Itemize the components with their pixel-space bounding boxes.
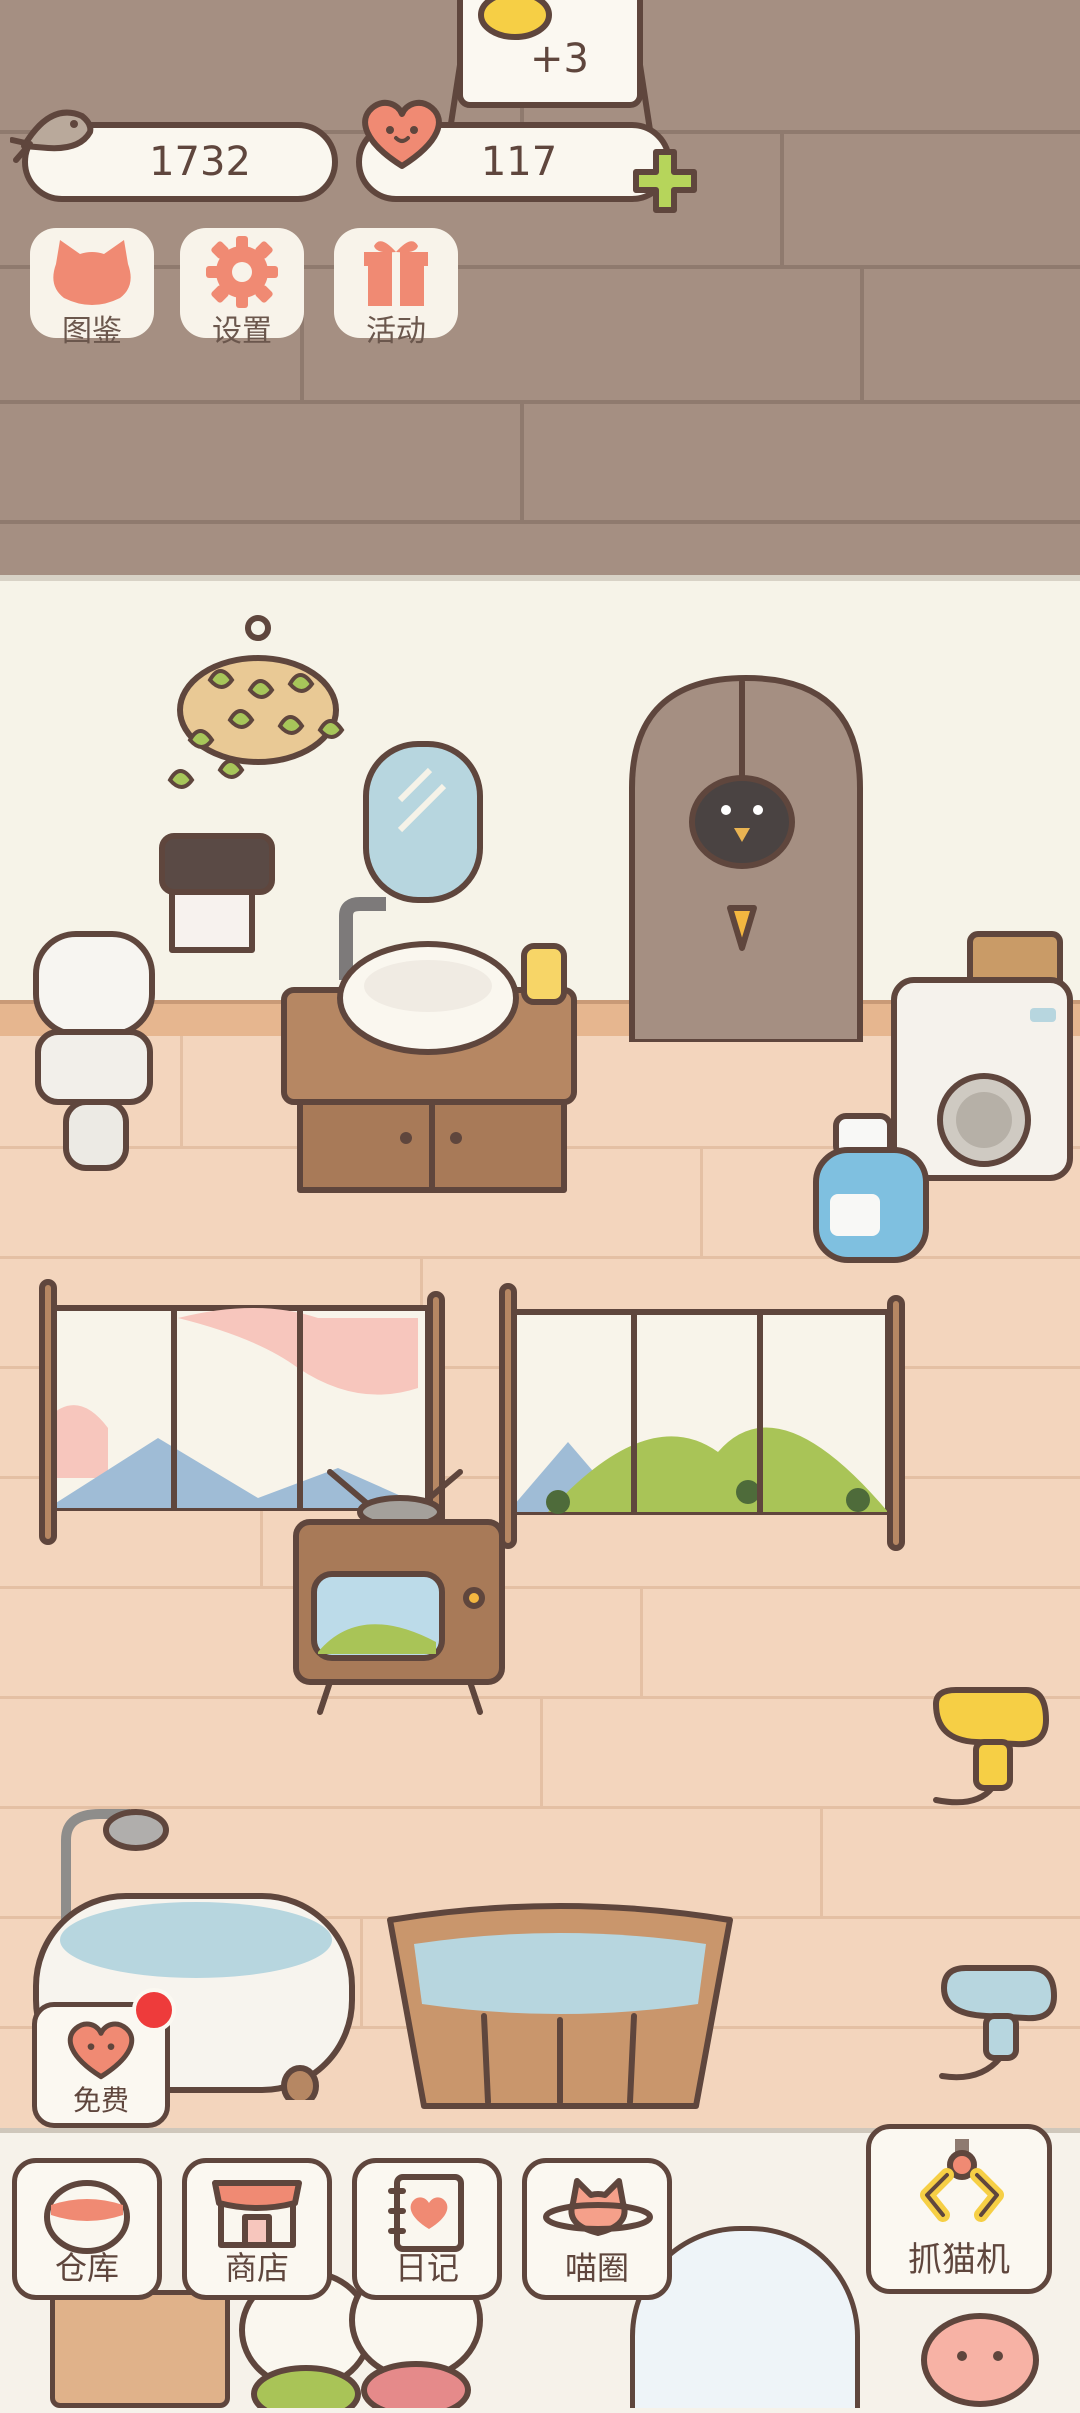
blue-hair-dryer[interactable] bbox=[930, 1958, 1060, 2098]
bulletin-board bbox=[50, 2290, 230, 2408]
claw-machine-label: 抓猫机 bbox=[908, 2241, 1010, 2279]
retro-tv[interactable] bbox=[290, 1462, 510, 1722]
hanging-plant[interactable] bbox=[150, 610, 360, 810]
toilet[interactable] bbox=[30, 928, 160, 1178]
claw-machine-button[interactable]: 抓猫机 bbox=[866, 2124, 1052, 2294]
diary-button[interactable]: 日记 bbox=[352, 2158, 502, 2300]
shop-label: 商店 bbox=[224, 2250, 289, 2286]
sign-bonus-text: +3 bbox=[530, 36, 589, 82]
storage-label: 仓库 bbox=[54, 2250, 119, 2286]
yellow-hair-dryer[interactable] bbox=[916, 1680, 1056, 1820]
sign-board[interactable]: +3 bbox=[440, 0, 670, 133]
heart-count: 117 bbox=[480, 139, 558, 185]
cat-circle-label: 喵圈 bbox=[564, 2250, 629, 2286]
fish-icon bbox=[9, 96, 106, 166]
heart-icon bbox=[67, 2021, 135, 2080]
folding-screen-mountains[interactable] bbox=[498, 1282, 908, 1552]
claw-icon bbox=[920, 2139, 1004, 2222]
fish-count: 1732 bbox=[149, 139, 251, 185]
settings-label: 设置 bbox=[212, 315, 272, 348]
notification-dot bbox=[132, 1988, 176, 2032]
heart-icon bbox=[354, 96, 450, 172]
add-hearts-button[interactable] bbox=[630, 146, 700, 216]
shop-button[interactable]: 商店 bbox=[182, 2158, 332, 2300]
diary-label: 日记 bbox=[394, 2250, 459, 2286]
cat-planet-icon bbox=[543, 2178, 653, 2236]
claw-machine-cat bbox=[900, 2290, 1060, 2408]
diary-icon bbox=[388, 2174, 464, 2252]
wooden-bathtub[interactable] bbox=[384, 1896, 736, 2112]
shop-icon bbox=[212, 2180, 302, 2248]
sink-vanity[interactable] bbox=[276, 880, 586, 1195]
toilet-paper-holder[interactable] bbox=[158, 830, 278, 960]
arched-door[interactable] bbox=[626, 672, 866, 1045]
free-label: 免费 bbox=[72, 2085, 129, 2116]
cat-circle-button[interactable]: 喵圈 bbox=[522, 2158, 672, 2300]
events-label: 活动 bbox=[366, 315, 426, 348]
storage-button[interactable]: 仓库 bbox=[12, 2158, 162, 2300]
detergent-bottle[interactable] bbox=[808, 1110, 934, 1265]
collection-label: 图鉴 bbox=[62, 315, 122, 348]
